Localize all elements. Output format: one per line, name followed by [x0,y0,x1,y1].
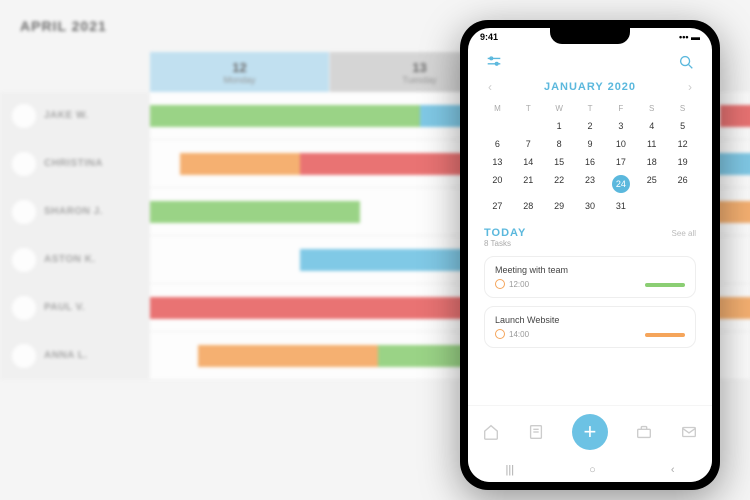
today-subtitle: 8 Tasks [484,239,526,248]
android-recent-icon[interactable]: ||| [506,464,515,476]
clock-icon [495,279,505,289]
calendar-day[interactable]: 8 [544,135,575,153]
android-back-icon[interactable]: ‹ [671,464,675,476]
task-list: Meeting with team12:00 Launch Website14:0… [484,256,696,348]
calendar-day[interactable]: 4 [636,117,667,135]
calendar-day[interactable]: 28 [513,197,544,215]
calendar-day[interactable]: 7 [513,135,544,153]
gantt-bar[interactable] [150,201,360,223]
calendar-day[interactable]: 23 [575,171,606,197]
person-name: JAKE W. [44,110,89,121]
calendar-day[interactable]: 22 [544,171,575,197]
calendar-day[interactable]: 2 [575,117,606,135]
briefcase-icon[interactable] [635,423,653,441]
add-button[interactable]: + [572,414,608,450]
calendar-day[interactable]: 19 [667,153,698,171]
calendar-day[interactable]: 3 [605,117,636,135]
calendar-day[interactable] [513,117,544,135]
today-title: TODAY [484,227,526,239]
calendar-day[interactable]: 20 [482,171,513,197]
task-title: Launch Website [495,315,685,325]
calendar-day[interactable]: 10 [605,135,636,153]
calendar-day[interactable] [636,197,667,215]
calendar-day[interactable]: 21 [513,171,544,197]
clock-icon [495,329,505,339]
calendar-day[interactable]: 14 [513,153,544,171]
calendar-day[interactable] [482,117,513,135]
calendar-day[interactable]: 5 [667,117,698,135]
calendar-day[interactable]: 13 [482,153,513,171]
person-name: PAUL V. [44,302,85,313]
task-title: Meeting with team [495,265,685,275]
calendar-day[interactable]: 31 [605,197,636,215]
calendar-day[interactable]: 25 [636,171,667,197]
avatar [12,200,36,224]
next-month-icon[interactable]: › [688,80,692,94]
avatar [12,248,36,272]
calendar-day[interactable] [667,197,698,215]
calendar-day[interactable]: 9 [575,135,606,153]
calendar-grid[interactable]: MTWTFSS 12345678910111213141516171819202… [468,96,712,223]
person-name: CHRISTINA [44,158,103,169]
person-name: ASTON K. [44,254,96,265]
android-nav-bar: ||| ○ ‹ [468,458,712,482]
search-icon[interactable] [676,52,696,72]
person-name: SHARON J. [44,206,103,217]
gantt-bar[interactable] [180,153,300,175]
see-all-link[interactable]: See all [672,229,696,238]
avatar [12,104,36,128]
calendar-day[interactable]: 11 [636,135,667,153]
filter-icon[interactable] [484,52,504,72]
calendar-day[interactable]: 16 [575,153,606,171]
calendar-day[interactable]: 17 [605,153,636,171]
calendar-day[interactable]: 24 [605,171,636,197]
home-icon[interactable] [482,423,500,441]
prev-month-icon[interactable]: ‹ [488,80,492,94]
calendar-day[interactable]: 6 [482,135,513,153]
person-name: ANNA L. [44,350,88,361]
calendar-day[interactable]: 18 [636,153,667,171]
calendar-day[interactable]: 1 [544,117,575,135]
mail-icon[interactable] [680,423,698,441]
list-icon[interactable] [527,423,545,441]
avatar [12,344,36,368]
calendar-day[interactable]: 15 [544,153,575,171]
task-card[interactable]: Launch Website14:00 [484,306,696,348]
calendar-day[interactable]: 27 [482,197,513,215]
task-card[interactable]: Meeting with team12:00 [484,256,696,298]
phone-mockup: 9:41 ••• ▬ ‹ JANUARY 2020 › MTWTFSS 1234… [460,20,720,490]
gantt-bar[interactable] [150,105,420,127]
avatar [12,296,36,320]
day-column[interactable]: 12Monday [150,52,330,92]
calendar-day[interactable]: 26 [667,171,698,197]
android-home-icon[interactable]: ○ [589,464,596,476]
calendar-day[interactable]: 29 [544,197,575,215]
avatar [12,152,36,176]
gantt-bar[interactable] [198,345,378,367]
calendar-day[interactable]: 30 [575,197,606,215]
gantt-bar[interactable] [720,105,750,127]
calendar-title: JANUARY 2020 [544,81,636,93]
calendar-day[interactable]: 12 [667,135,698,153]
